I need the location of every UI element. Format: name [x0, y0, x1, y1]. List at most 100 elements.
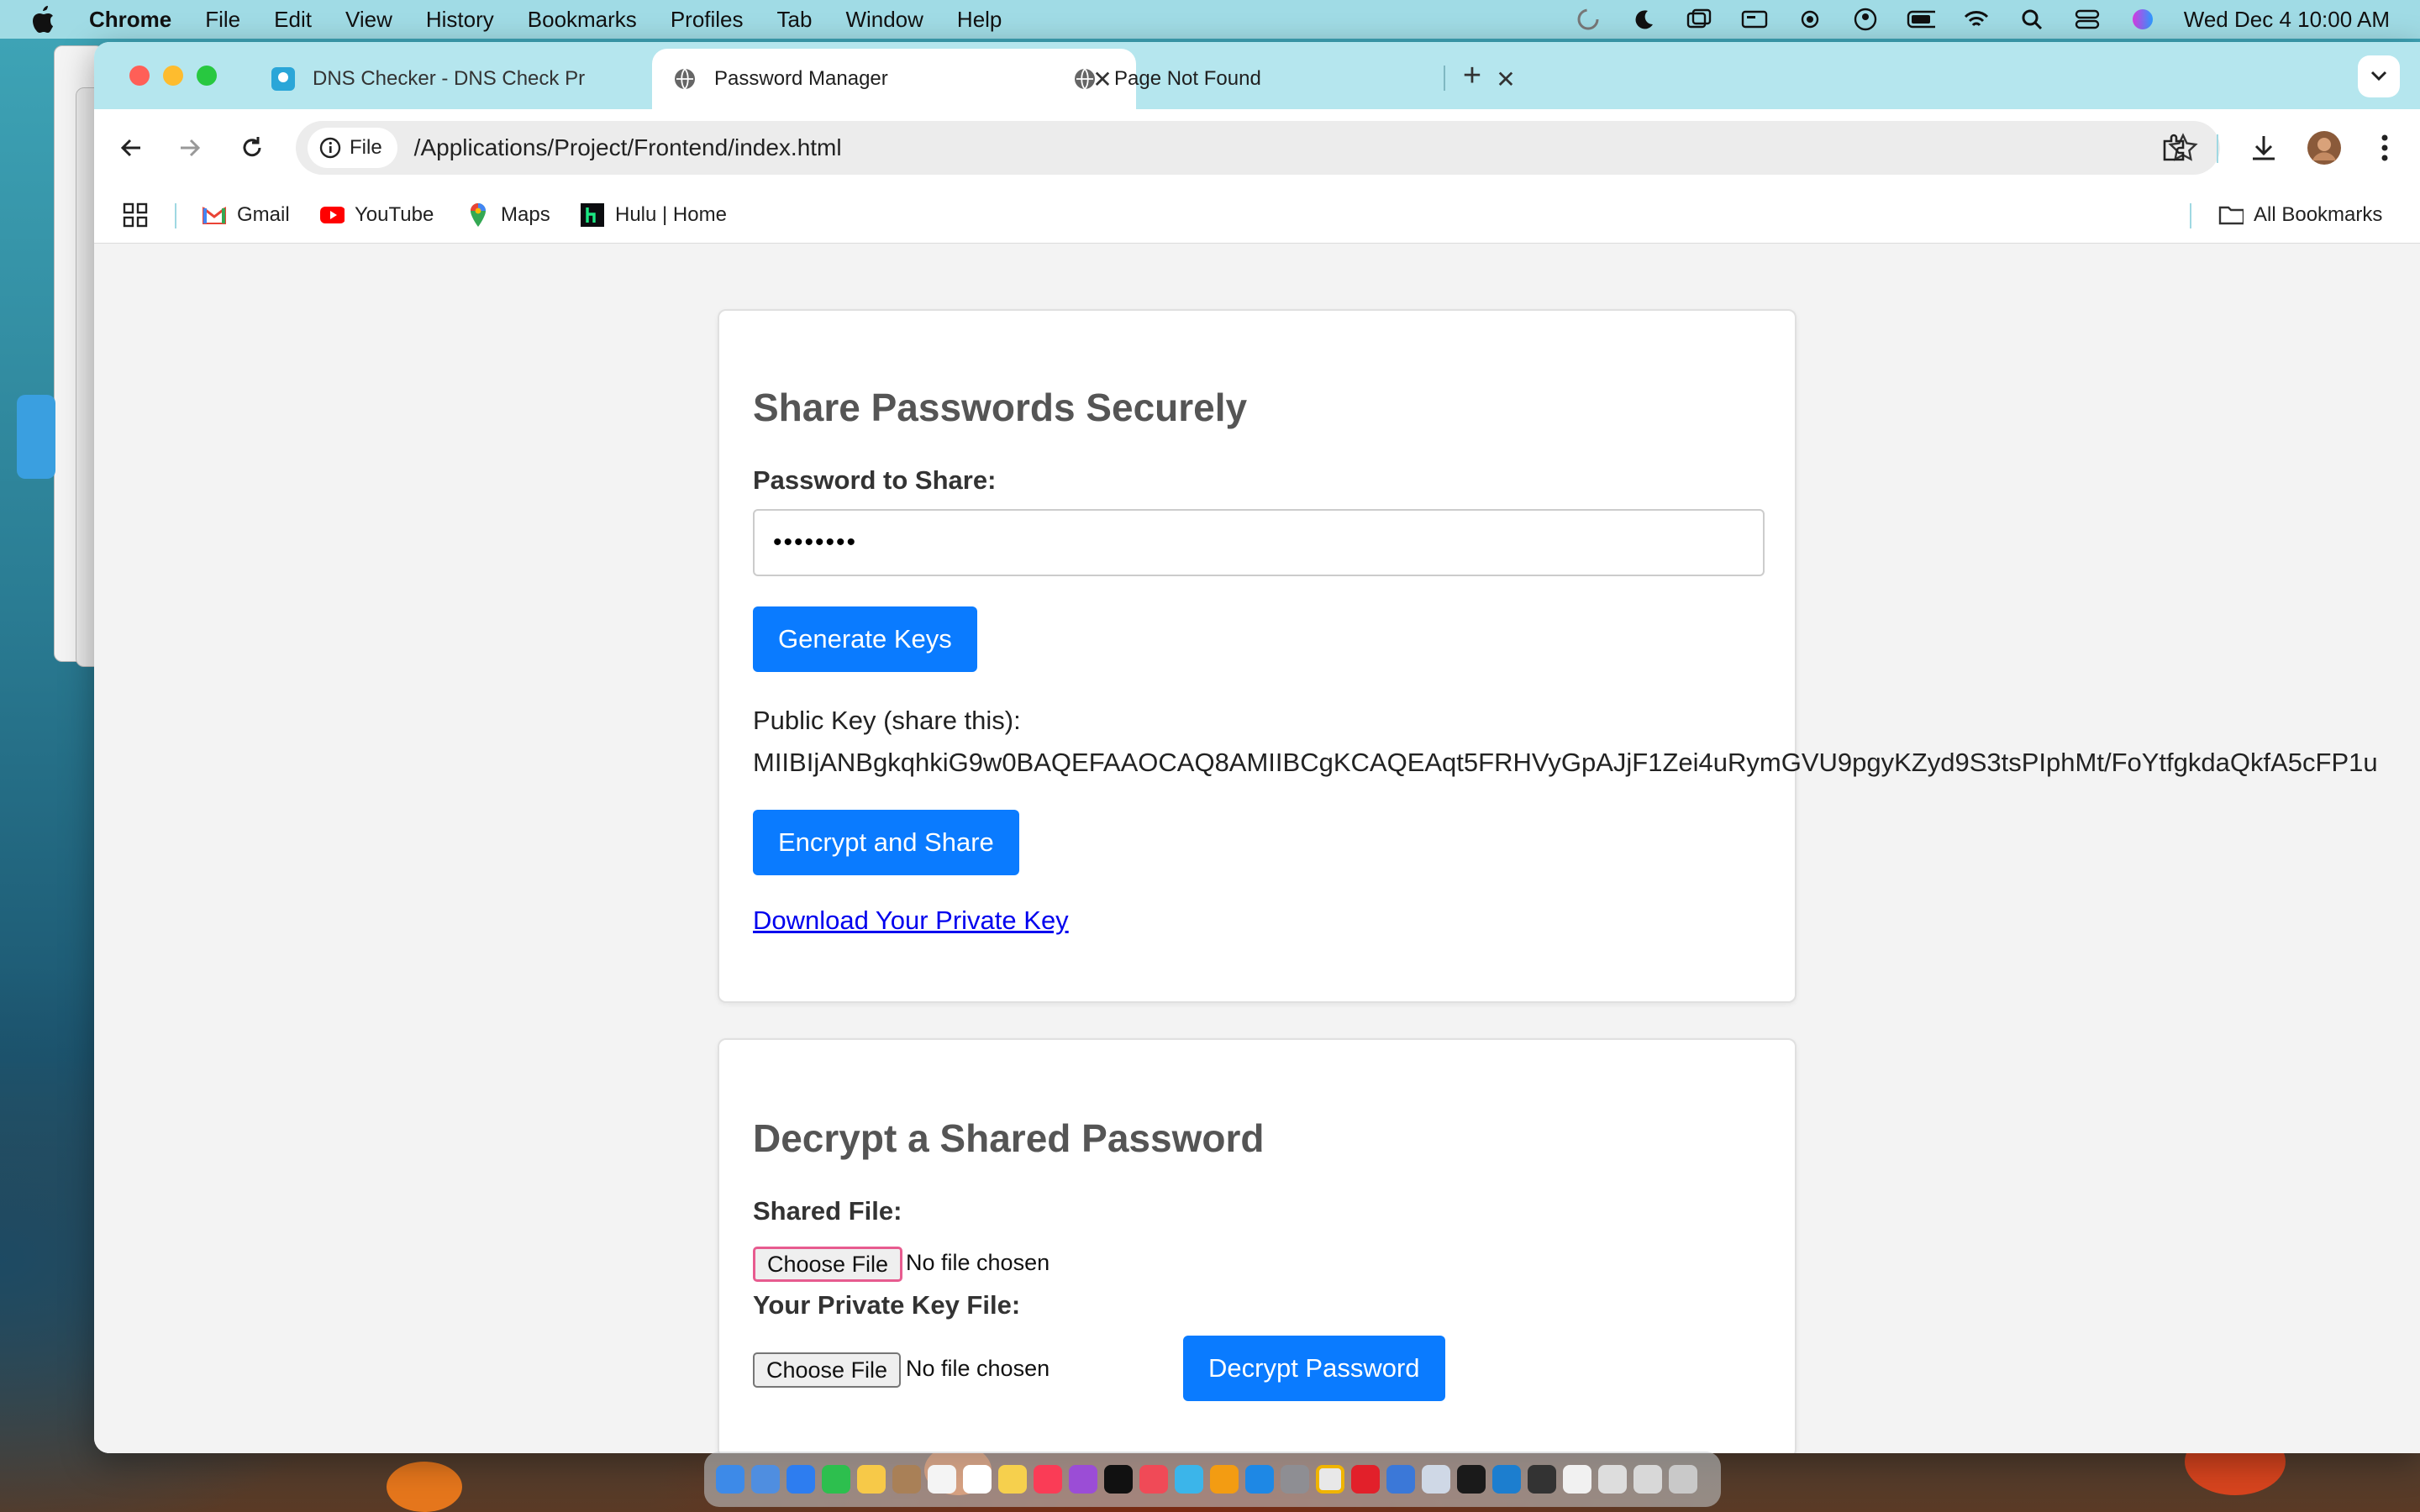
vscode-icon[interactable]: [1492, 1465, 1521, 1494]
mail-icon[interactable]: [786, 1465, 815, 1494]
chrome-icon[interactable]: [1316, 1465, 1344, 1494]
shared-file-choose-button[interactable]: Choose File: [753, 1247, 903, 1282]
app-store-icon[interactable]: [1245, 1465, 1274, 1494]
siri-icon[interactable]: [2128, 8, 2157, 30]
opera-icon[interactable]: [1351, 1465, 1380, 1494]
apps-grid-icon[interactable]: [123, 200, 148, 230]
desktop-folder-icon[interactable]: [17, 395, 55, 479]
wifi-icon[interactable]: [1962, 8, 1991, 30]
shared-file-status: No file chosen: [906, 1250, 1050, 1275]
close-window-button[interactable]: [129, 66, 150, 86]
system-settings-icon[interactable]: [1281, 1465, 1309, 1494]
menu-window[interactable]: Window: [845, 7, 923, 33]
password-input[interactable]: ••••••••: [753, 509, 1765, 576]
sourcetree-icon[interactable]: [1528, 1465, 1556, 1494]
windows-icon[interactable]: [1685, 8, 1713, 30]
more-menu-icon[interactable]: [2366, 129, 2403, 166]
minimize-window-button[interactable]: [163, 66, 183, 86]
menu-view[interactable]: View: [345, 7, 392, 33]
address-bar[interactable]: File /Applications/Project/Frontend/inde…: [296, 121, 2220, 175]
pages-icon[interactable]: [1210, 1465, 1239, 1494]
tab-search-button[interactable]: [2358, 55, 2400, 97]
globe-icon: [1072, 66, 1097, 92]
music-icon[interactable]: [1034, 1465, 1062, 1494]
bookmark-label: YouTube: [355, 203, 434, 226]
zoom-window-button[interactable]: [197, 66, 217, 86]
dns-checker-icon: [271, 66, 296, 92]
preview-icon[interactable]: [1422, 1465, 1450, 1494]
contacts-icon[interactable]: [892, 1465, 921, 1494]
downloads-stack-icon[interactable]: [1634, 1465, 1662, 1494]
menu-edit[interactable]: Edit: [274, 7, 312, 33]
tab-separator: [1444, 66, 1445, 91]
forward-button[interactable]: [170, 128, 210, 168]
moon-icon[interactable]: [1629, 8, 1658, 30]
search-icon[interactable]: [2018, 8, 2046, 30]
news-icon[interactable]: [1139, 1465, 1168, 1494]
extensions-icon[interactable]: [2156, 129, 2193, 166]
encrypt-share-button[interactable]: Encrypt and Share: [753, 810, 1019, 875]
menu-file[interactable]: File: [205, 7, 240, 33]
menu-tab[interactable]: Tab: [777, 7, 813, 33]
podcasts-icon[interactable]: [1069, 1465, 1097, 1494]
bookmark-hulu[interactable]: Hulu | Home: [580, 200, 727, 230]
document-icon[interactable]: [1563, 1465, 1591, 1494]
back-button[interactable]: [111, 128, 151, 168]
apple-icon[interactable]: [30, 4, 55, 34]
numbers-icon[interactable]: [1175, 1465, 1203, 1494]
menu-bookmarks[interactable]: Bookmarks: [528, 7, 637, 33]
menu-app-name[interactable]: Chrome: [89, 7, 171, 33]
bookmark-label: Gmail: [237, 203, 290, 226]
info-icon: [319, 137, 341, 159]
xcode-icon[interactable]: [1386, 1465, 1415, 1494]
finder-icon[interactable]: [716, 1465, 744, 1494]
menu-help[interactable]: Help: [957, 7, 1002, 33]
trash-icon[interactable]: [1669, 1465, 1697, 1494]
site-chip-label: File: [350, 136, 382, 159]
control-center-icon[interactable]: [2073, 8, 2102, 30]
password-label: Password to Share:: [753, 465, 997, 495]
menu-profiles[interactable]: Profiles: [671, 7, 744, 33]
display-icon[interactable]: [1740, 8, 1769, 30]
downloads-icon[interactable]: [2245, 129, 2282, 166]
photos-icon[interactable]: [857, 1465, 886, 1494]
tv-icon[interactable]: [1104, 1465, 1133, 1494]
reminders-icon[interactable]: [963, 1465, 992, 1494]
chevron-down-icon: [2370, 71, 2387, 81]
menu-history[interactable]: History: [426, 7, 494, 33]
private-key-file-status: No file chosen: [906, 1356, 1050, 1381]
activity-icon[interactable]: [1574, 8, 1602, 30]
site-info-chip[interactable]: File: [308, 128, 397, 168]
calendar-icon[interactable]: [928, 1465, 956, 1494]
help-icon[interactable]: [1598, 1465, 1627, 1494]
download-private-key-link[interactable]: Download Your Private Key: [753, 906, 1069, 936]
airdrop-icon[interactable]: [1796, 8, 1824, 30]
generate-keys-button[interactable]: Generate Keys: [753, 606, 977, 672]
user-icon[interactable]: [1851, 8, 1880, 31]
clock[interactable]: Wed Dec 4 10:00 AM: [2184, 7, 2390, 33]
private-key-choose-button[interactable]: Choose File: [753, 1352, 902, 1388]
reload-button[interactable]: [232, 128, 272, 168]
url-text[interactable]: /Applications/Project/Frontend/index.htm…: [414, 134, 842, 161]
bookmark-divider: [175, 203, 176, 228]
public-key-value: MIIBIjANBgkqhkiG9w0BAQEFAAOCAQ8AMIIBCgKC…: [753, 748, 2378, 777]
close-icon[interactable]: ✕: [1492, 66, 1519, 93]
all-bookmarks[interactable]: All Bookmarks: [2218, 200, 2382, 230]
new-tab-button[interactable]: +: [1455, 59, 1489, 92]
battery-icon[interactable]: [1907, 8, 1935, 30]
launchpad-icon[interactable]: [751, 1465, 780, 1494]
bookmark-maps[interactable]: Maps: [466, 200, 550, 230]
avatar[interactable]: [2306, 129, 2343, 166]
wallpaper-flower: [387, 1462, 462, 1512]
back-arrow-icon: [120, 139, 140, 157]
terminal-icon[interactable]: [1457, 1465, 1486, 1494]
bookmarks-bar: Gmail YouTube Maps Hulu | Home All Bookm…: [94, 186, 2420, 244]
facetime-icon[interactable]: [822, 1465, 850, 1494]
youtube-icon: [319, 202, 345, 228]
decrypt-password-button[interactable]: Decrypt Password: [1183, 1336, 1445, 1401]
bookmark-gmail[interactable]: Gmail: [202, 200, 290, 230]
toolbar-divider: [2217, 134, 2218, 163]
notes-icon[interactable]: [998, 1465, 1027, 1494]
dock: [704, 1452, 1721, 1507]
bookmark-youtube[interactable]: YouTube: [319, 200, 434, 230]
